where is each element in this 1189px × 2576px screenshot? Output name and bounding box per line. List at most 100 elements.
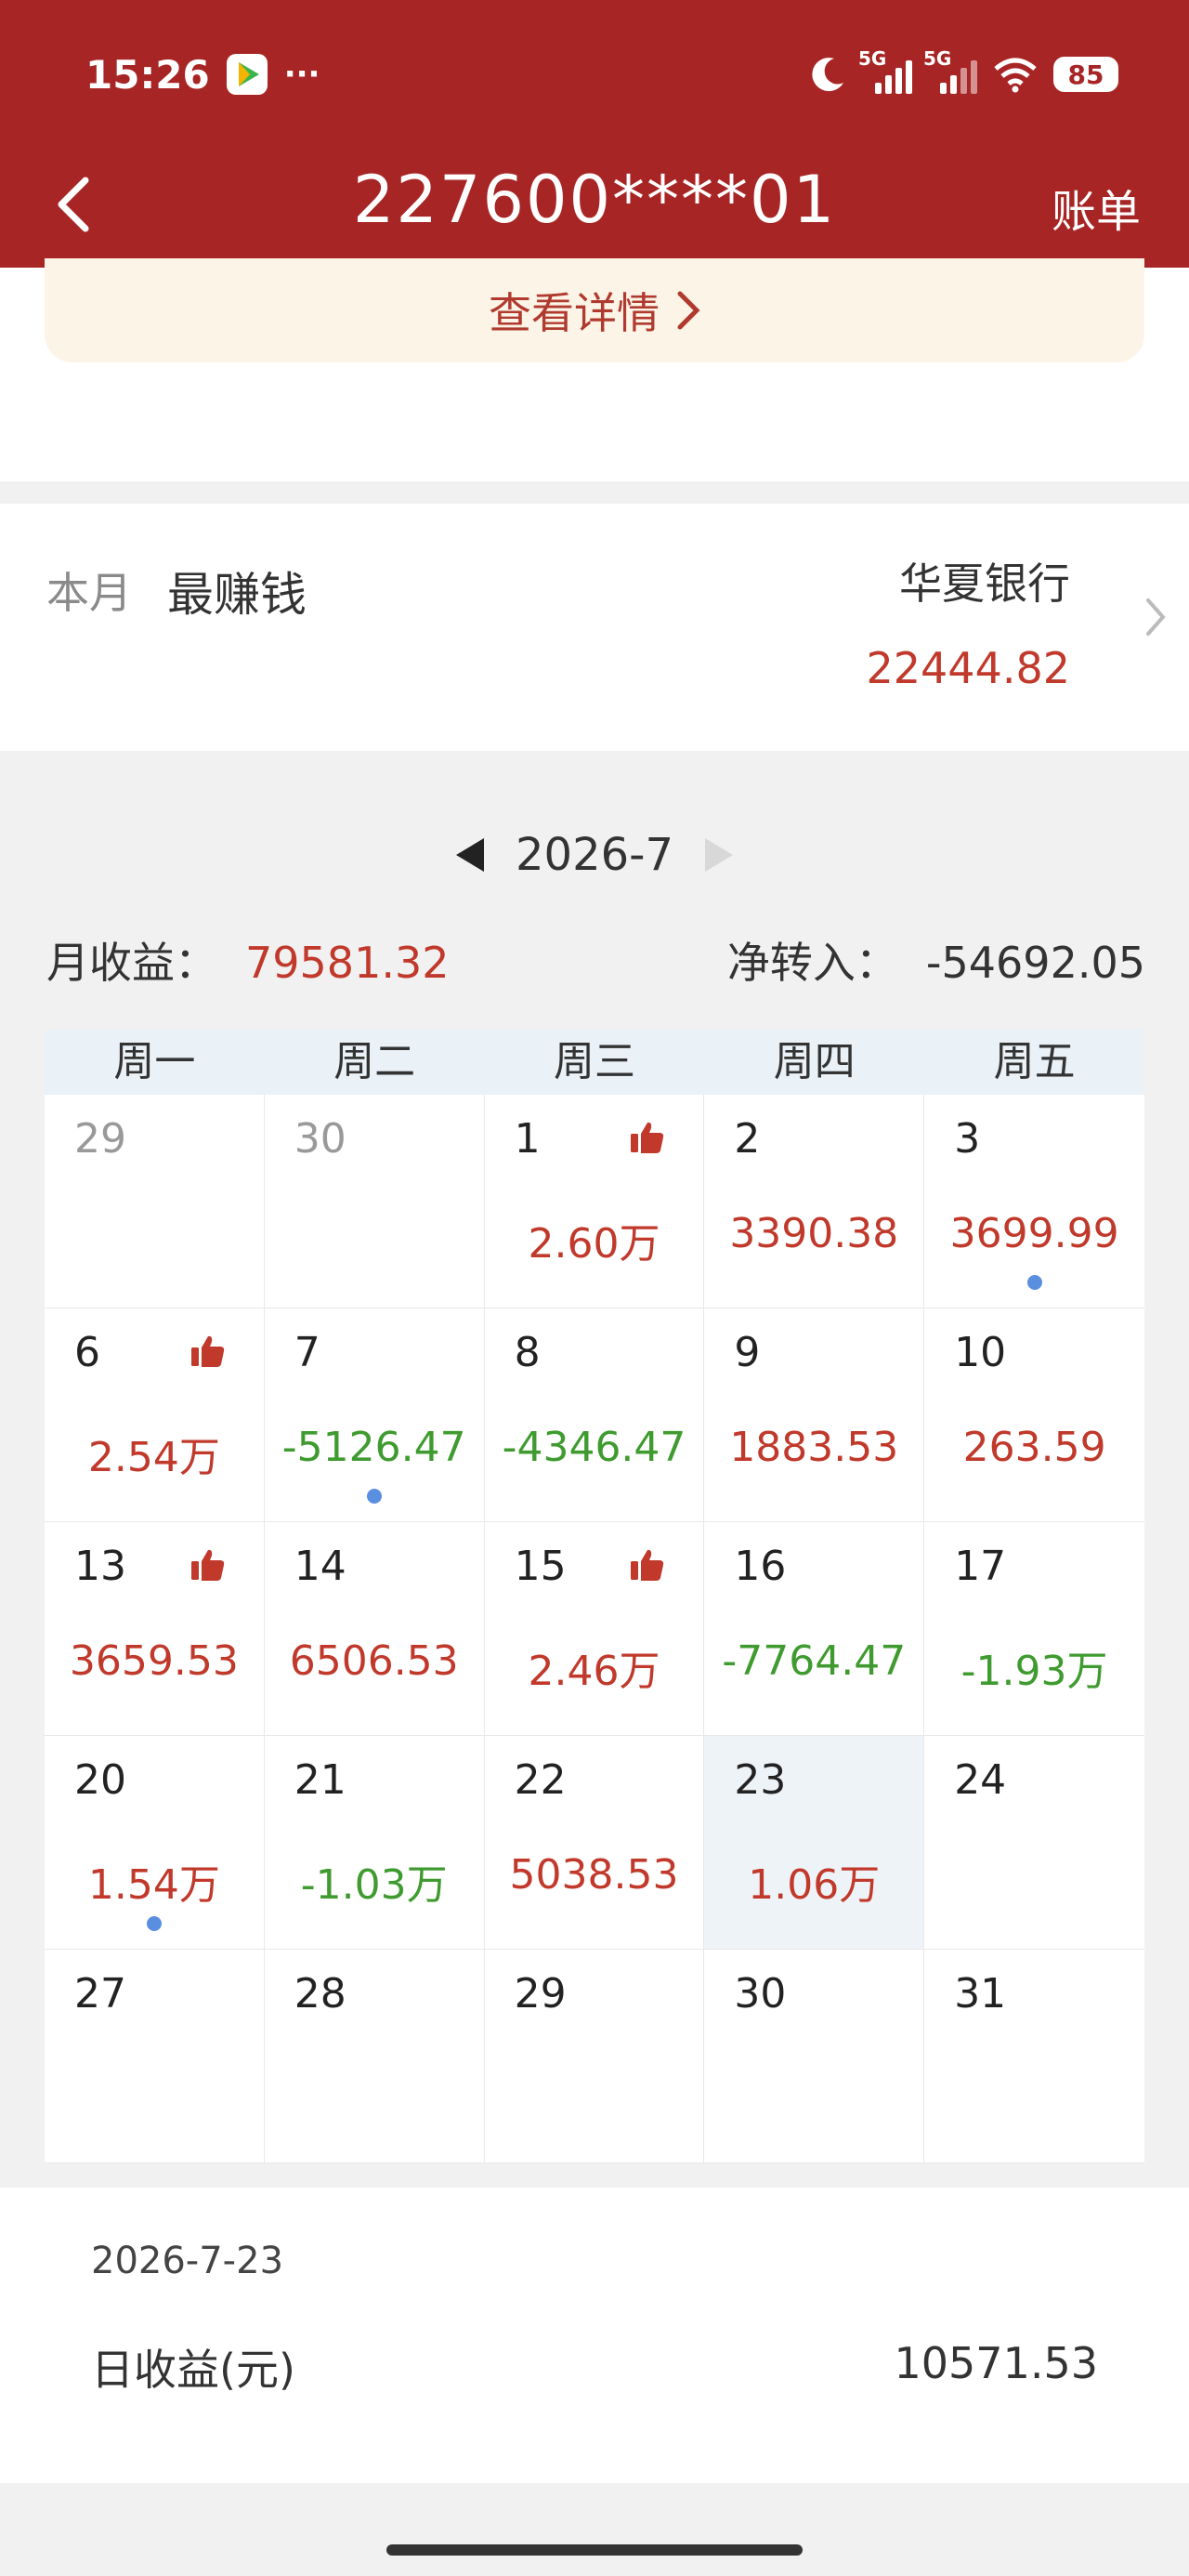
calendar-day-cell[interactable]: 6 2.54万 [45,1308,265,1522]
day-number: 3 [954,1115,981,1163]
calendar-day-cell[interactable]: 13 3659.53 [45,1522,265,1736]
net-transfer-value: -54692.05 [925,938,1145,988]
signal-icon-2: 5G [923,47,977,94]
day-number: 22 [514,1756,567,1804]
net-transfer-label: 净转入： [726,938,898,988]
best-stock-name: 华夏银行 [899,559,1070,609]
prev-month-button[interactable] [455,838,484,872]
day-number: 29 [74,1115,126,1163]
battery-indicator: 85 [1053,57,1118,92]
calendar-day-cell[interactable]: 30 [264,1095,485,1308]
calendar-day-cell[interactable]: 8 -4346.47 [484,1308,705,1522]
day-profit-value: 1.06万 [748,1861,881,1909]
day-profit-value: 5038.53 [509,1851,679,1899]
best-stock-row[interactable]: 本月 最赚钱 华夏银行 22444.82 [0,504,1189,751]
calendar-day-cell[interactable]: 20 1.54万 [45,1736,265,1950]
day-number: 30 [294,1115,346,1163]
calendar-day-cell[interactable]: 1 2.60万 [484,1095,705,1308]
calendar-day-cell[interactable]: 14 6506.53 [264,1522,485,1736]
thumbs-up-icon [189,1546,227,1587]
calendar-day-cell[interactable]: 21 -1.03万 [264,1736,485,1950]
day-number: 27 [74,1970,126,2017]
day-number: 6 [74,1329,100,1376]
view-details-link[interactable]: 查看详情 [45,258,1144,362]
header: 15:26 ··· 5G 5G 85 227600****01 账单 [0,0,1189,268]
transfer-dot-indicator [146,1916,162,1931]
signal-icon: 5G [858,47,912,94]
transfer-dot-indicator [366,1489,382,1504]
day-number: 7 [294,1329,320,1376]
day-profit-value: 6506.53 [289,1637,459,1685]
next-month-button[interactable] [705,838,733,872]
banner-area: 查看详情 [0,258,1189,481]
bill-button[interactable]: 账单 [1052,175,1141,240]
chevron-right-icon [1146,598,1166,636]
calendar-day-cell[interactable]: 15 2.46万 [484,1522,705,1736]
wifi-icon [994,58,1037,93]
thumbs-up-icon [629,1546,666,1587]
best-stock-value: 22444.82 [866,643,1071,693]
day-number: 29 [514,1970,567,2017]
day-profit-value: 1883.53 [729,1424,899,1471]
day-profit-value: -7764.47 [722,1637,907,1685]
home-indicator[interactable] [386,2544,803,2556]
day-profit-value: -1.03万 [300,1861,448,1909]
calendar-day-cell[interactable]: 17 -1.93万 [924,1522,1144,1736]
status-time: 15:26 [85,51,210,98]
day-profit-value: 2.54万 [87,1434,220,1481]
day-number: 24 [954,1756,1007,1804]
weekday-label: 周五 [993,1038,1076,1085]
day-profit-value: 3659.53 [69,1637,239,1685]
transfer-dot-indicator [1026,1275,1042,1290]
calendar-day-cell[interactable]: 3 3699.99 [924,1095,1144,1308]
calendar-day-cell[interactable]: 29 [45,1095,265,1308]
day-number: 8 [514,1329,541,1376]
day-number: 31 [954,1970,1007,2017]
moon-icon [812,58,843,92]
day-profit-value: 263.59 [962,1424,1106,1471]
thumbs-up-icon [189,1333,227,1373]
day-profit-value: -1.93万 [960,1648,1108,1695]
day-number: 20 [74,1756,126,1804]
day-detail: 2026-7-23 日收益(元) 10571.53 [0,2188,1189,2483]
day-number: 28 [294,1970,346,2017]
weekday-label: 周二 [333,1038,416,1085]
bottom-area [0,2483,1189,2576]
calendar-day-cell[interactable]: 2 3390.38 [704,1095,925,1308]
view-details-label: 查看详情 [489,288,660,338]
calendar-day-cell[interactable]: 30 [704,1950,925,2163]
weekday-label: 周三 [553,1038,635,1085]
calendar-day-cell[interactable]: 10 263.59 [924,1308,1144,1522]
calendar-day-cell[interactable]: 29 [484,1950,705,2163]
day-profit-value: 2.46万 [528,1648,660,1695]
day-number: 16 [734,1543,787,1590]
calendar-day-cell[interactable]: 9 1883.53 [704,1308,925,1522]
current-month: 2026-7 [515,829,673,881]
day-number: 30 [734,1970,787,2017]
day-number: 2 [734,1115,761,1163]
day-number: 23 [734,1756,787,1804]
app-notification-icon [226,54,268,95]
day-profit-value: 2.60万 [528,1220,660,1268]
app-screen: 15:26 ··· 5G 5G 85 227600****01 账单 查看详情 … [0,0,1189,2576]
month-income-value: 79581.32 [245,938,450,988]
calendar-day-cell[interactable]: 31 [924,1950,1144,2163]
calendar-day-cell[interactable]: 22 5038.53 [484,1736,705,1950]
calendar-day-cell[interactable]: 23 1.06万 [704,1736,925,1950]
nav-bar: 227600****01 账单 [0,149,1189,260]
calendar-day-cell[interactable]: 27 [45,1950,265,2163]
calendar-section: 2026-7 月收益： 79581.32 净转入： -54692.05 周一 周二 … [0,751,1189,2188]
day-profit-value: 3390.38 [729,1210,899,1257]
calendar-day-cell[interactable]: 16 -7764.47 [704,1522,925,1736]
day-number: 17 [954,1543,1007,1590]
best-month-label: 本月 [46,568,132,618]
calendar-day-cell[interactable]: 24 [924,1736,1144,1950]
detail-date: 2026-7-23 [91,2240,284,2282]
chevron-right-icon [677,291,700,330]
page-title: 227600****01 [352,162,837,238]
day-profit-value: -4346.47 [502,1424,686,1471]
calendar-day-cell[interactable]: 7 -5126.47 [264,1308,485,1522]
thumbs-up-icon [629,1119,666,1160]
calendar-day-cell[interactable]: 28 [264,1950,485,2163]
day-number: 14 [294,1543,346,1590]
